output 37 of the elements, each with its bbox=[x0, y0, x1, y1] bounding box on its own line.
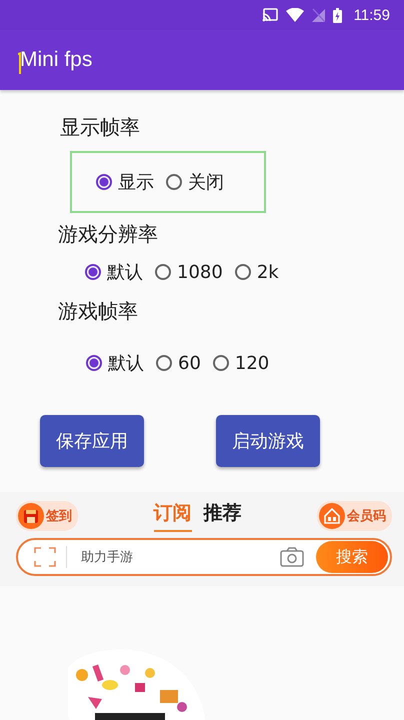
scan-icon bbox=[34, 547, 56, 567]
search-field[interactable]: 助力手游 搜索 bbox=[16, 538, 392, 576]
battery-charging-icon bbox=[332, 8, 342, 22]
app-title: Mini fps bbox=[20, 48, 92, 72]
radio-label: 默认 bbox=[108, 352, 144, 375]
section-label: 显示帧率 bbox=[60, 114, 141, 141]
status-time: 11:59 bbox=[354, 6, 390, 24]
marker-icon bbox=[17, 52, 23, 74]
action-button[interactable]: 保存应用 bbox=[40, 415, 144, 467]
radio-label: 2k bbox=[256, 262, 279, 282]
radio-button[interactable] bbox=[86, 355, 102, 371]
radio-button[interactable] bbox=[166, 174, 182, 190]
radio-button[interactable] bbox=[96, 174, 112, 190]
radio-button[interactable] bbox=[212, 355, 229, 371]
radio-button[interactable] bbox=[85, 264, 101, 280]
radio-button[interactable] bbox=[156, 355, 172, 371]
cast-icon bbox=[262, 8, 278, 22]
no-signal-icon bbox=[312, 8, 325, 22]
radio-label: 60 bbox=[178, 352, 201, 374]
wifi-icon bbox=[286, 8, 304, 22]
member-code-button[interactable]: 会员码 bbox=[317, 501, 392, 531]
section-label: 游戏分辨率 bbox=[58, 221, 159, 248]
radio-label: 1080 bbox=[177, 262, 223, 282]
house-icon bbox=[319, 503, 345, 529]
radio-label: 显示 bbox=[118, 171, 154, 194]
radio-label: 默认 bbox=[107, 261, 143, 284]
radio-button[interactable] bbox=[155, 264, 171, 280]
search-button[interactable]: 搜索 bbox=[316, 541, 388, 573]
check-in-button[interactable]: 签到 bbox=[16, 501, 78, 531]
camera-icon bbox=[280, 547, 304, 567]
section-label: 游戏帧率 bbox=[58, 298, 139, 325]
radio-label: 120 bbox=[234, 352, 270, 374]
radio-button[interactable] bbox=[234, 264, 251, 280]
action-button[interactable]: 启动游戏 bbox=[216, 415, 320, 467]
radio-label: 关闭 bbox=[188, 171, 224, 194]
tab[interactable]: 订阅 bbox=[154, 500, 192, 532]
tab[interactable]: 推荐 bbox=[204, 500, 242, 532]
